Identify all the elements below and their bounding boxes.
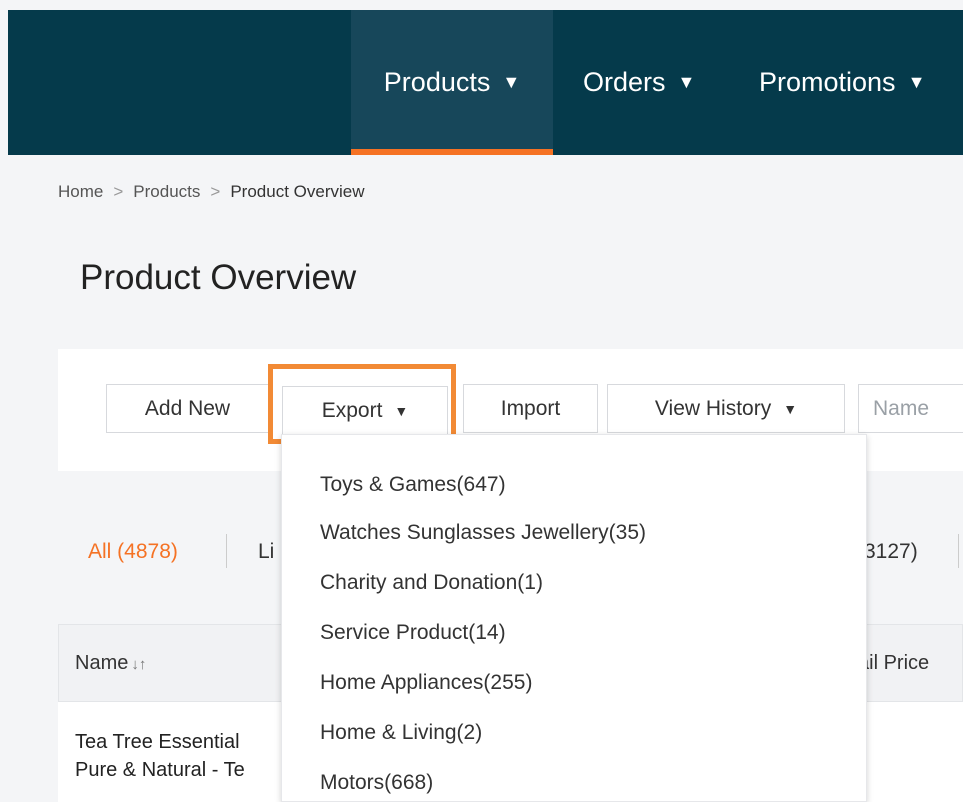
sort-icon[interactable]: ↓↑ (131, 656, 146, 673)
export-label: Export (321, 398, 383, 422)
tab-other[interactable]: 3127) (864, 540, 918, 564)
export-dropdown-menu: Toys & Games(647) Watches Sunglasses Jew… (281, 434, 867, 802)
nav-item-promotions[interactable]: Promotions ▼ (759, 10, 925, 155)
top-navigation-bar: Products ▼ Orders ▼ Promotions ▼ (8, 10, 963, 155)
export-menu-item[interactable]: Watches Sunglasses Jewellery(35) (320, 521, 646, 545)
export-menu-item[interactable]: Home Appliances(255) (320, 671, 532, 695)
export-button[interactable]: Export ▼ (282, 386, 448, 435)
page-title: Product Overview (80, 258, 357, 297)
caret-down-icon: ▼ (502, 72, 521, 92)
column-header-retail-price[interactable]: ail Price (858, 652, 929, 675)
breadcrumb-separator: > (210, 182, 221, 201)
nav-item-label: Promotions (759, 67, 896, 97)
name-search-input[interactable] (858, 384, 963, 433)
product-name[interactable]: Tea Tree Essential Pure & Natural - Te (75, 728, 285, 784)
view-history-button[interactable]: View History ▼ (607, 384, 845, 433)
column-header-label: Name (75, 652, 129, 674)
nav-item-label: Products (383, 67, 491, 97)
breadcrumb-products[interactable]: Products (133, 182, 200, 202)
caret-down-icon: ▼ (783, 400, 798, 417)
product-name-line: Pure & Natural - Te (75, 759, 245, 781)
tab-all[interactable]: All (4878) (88, 540, 178, 564)
product-name-line: Tea Tree Essential (75, 731, 240, 753)
export-menu-item[interactable]: Motors(668) (320, 771, 433, 795)
breadcrumb-current: Product Overview (230, 182, 365, 201)
export-menu-item[interactable]: Toys & Games(647) (320, 473, 506, 497)
add-new-button[interactable]: Add New (106, 384, 269, 433)
nav-item-orders[interactable]: Orders ▼ (583, 10, 695, 155)
column-header-name[interactable]: Name ↓↑ (75, 652, 146, 675)
breadcrumb: Home > Products > Product Overview (58, 182, 365, 202)
export-menu-item[interactable]: Charity and Donation(1) (320, 571, 543, 595)
view-history-label: View History (654, 396, 772, 420)
export-menu-item[interactable]: Home & Living(2) (320, 721, 482, 745)
caret-down-icon: ▼ (677, 72, 696, 92)
tab-live[interactable]: Li (258, 540, 274, 564)
active-nav-indicator (351, 149, 553, 155)
breadcrumb-home[interactable]: Home (58, 182, 103, 202)
nav-item-products[interactable]: Products ▼ (351, 10, 553, 155)
tab-divider (226, 534, 227, 568)
export-menu-item[interactable]: Service Product(14) (320, 621, 506, 645)
caret-down-icon: ▼ (394, 402, 409, 419)
import-button[interactable]: Import (463, 384, 598, 433)
breadcrumb-separator: > (113, 182, 124, 201)
tab-divider (958, 534, 959, 568)
caret-down-icon: ▼ (907, 72, 926, 92)
nav-item-label: Orders (583, 67, 666, 97)
